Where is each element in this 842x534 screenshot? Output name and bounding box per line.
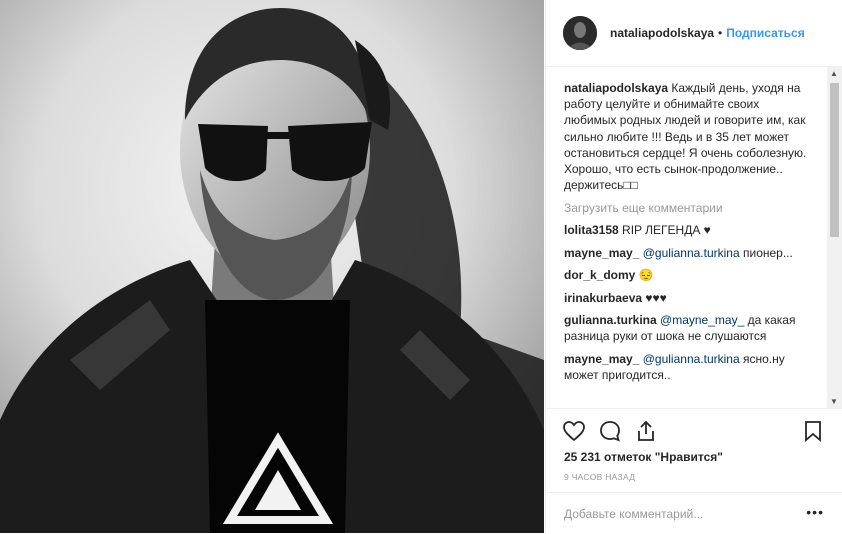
post-photo[interactable]	[0, 0, 544, 533]
share-upload-icon[interactable]	[634, 419, 658, 443]
avatar[interactable]	[563, 16, 597, 50]
post-side-panel: nataliapodolskaya • Подписаться nataliap…	[545, 0, 842, 533]
action-bar	[546, 408, 842, 449]
heart-outline-icon[interactable]	[562, 419, 586, 443]
follow-button[interactable]: Подписаться	[726, 26, 804, 40]
comment-username[interactable]: gulianna.turkina	[564, 313, 657, 327]
likes-number: 25 231	[564, 450, 601, 464]
comment-text: 😔	[638, 268, 654, 283]
scroll-up-arrow-icon[interactable]: ▲	[830, 69, 838, 78]
post-header: nataliapodolskaya • Подписаться	[546, 0, 842, 67]
more-dots-icon[interactable]: •••	[806, 505, 824, 519]
comment-item: mayne_may_ @gulianna.turkina ясно.ну мож…	[564, 351, 816, 384]
caption-text: Каждый день, уходя на работу целуйте и о…	[564, 81, 807, 193]
caption: nataliapodolskaya Каждый день, уходя на …	[564, 80, 814, 193]
comment-item: gulianna.turkina @mayne_may_ да какая ра…	[564, 312, 816, 345]
comments-list[interactable]: nataliapodolskaya Каждый день, уходя на …	[546, 67, 827, 408]
comment-username[interactable]: dor_k_domy	[564, 268, 635, 282]
comment-username[interactable]: lolita3158	[564, 223, 619, 237]
scrollbar-thumb[interactable]	[830, 83, 839, 237]
likes-label: отметок "Нравится"	[604, 450, 723, 464]
comment-mention[interactable]: @gulianna.turkina	[643, 352, 740, 366]
comment-text: RIP ЛЕГЕНДА ♥	[622, 223, 711, 238]
caption-emoji: □□	[623, 178, 638, 193]
comment-item: dor_k_domy 😔	[564, 267, 816, 283]
comment-mention[interactable]: @gulianna.turkina	[643, 246, 740, 260]
comment-text: ♥♥♥	[645, 290, 667, 305]
comment-item: mayne_may_ @gulianna.turkina пионер...	[564, 245, 816, 261]
comment-text: пионер...	[743, 245, 793, 260]
add-comment-input[interactable]	[562, 501, 806, 527]
scroll-down-arrow-icon[interactable]: ▼	[830, 397, 838, 406]
comment-username[interactable]: mayne_may_	[564, 246, 639, 260]
comment-mention[interactable]: @mayne_may_	[660, 313, 744, 327]
comment-bubble-icon[interactable]	[598, 419, 622, 443]
caption-username[interactable]: nataliapodolskaya	[564, 81, 668, 95]
post-timestamp[interactable]: 9 часов назад	[564, 472, 635, 482]
comments-scrollbar[interactable]: ▲ ▼	[827, 67, 842, 408]
header-separator: •	[718, 26, 723, 40]
comment-username[interactable]: irinakurbaeva	[564, 291, 642, 305]
comment-item: irinakurbaeva ♥♥♥	[564, 290, 816, 306]
comment-item: lolita3158 RIP ЛЕГЕНДА ♥	[564, 222, 816, 238]
load-more-comments-button[interactable]: Загрузить еще комментарии	[564, 201, 827, 215]
photo-portrait-image	[0, 0, 544, 533]
likes-count[interactable]: 25 231 отметок "Нравится"	[564, 450, 723, 464]
bookmark-icon[interactable]	[801, 419, 825, 443]
comment-username[interactable]: mayne_may_	[564, 352, 639, 366]
header-username[interactable]: nataliapodolskaya	[610, 26, 714, 40]
add-comment-bar: •••	[546, 492, 842, 534]
